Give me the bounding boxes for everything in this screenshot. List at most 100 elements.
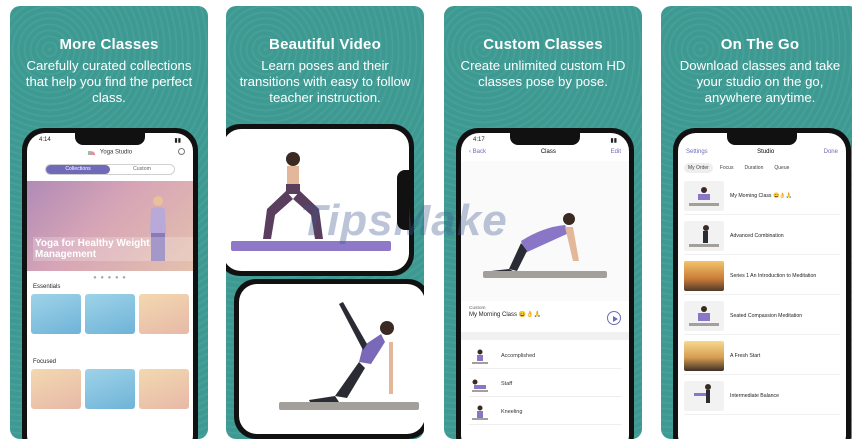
class-thumbnail[interactable] <box>31 369 81 409</box>
phone-notch <box>510 133 580 145</box>
studio-list-item[interactable]: Series 1 An Introduction to Meditation <box>684 257 840 295</box>
phone-notch <box>397 170 409 230</box>
class-thumbnail[interactable] <box>85 369 135 409</box>
panel-heading: Beautiful Video <box>269 36 381 53</box>
promo-panel-more-classes: More Classes Carefully curated collectio… <box>10 6 208 439</box>
chip-my-order[interactable]: My Order <box>684 163 713 173</box>
panel-subtitle: Download classes and take your studio on… <box>679 58 841 105</box>
phone-notch <box>75 133 145 145</box>
pose-name: Accomplished <box>501 352 536 359</box>
class-thumbnail[interactable] <box>139 369 189 409</box>
item-title: Series 1 An Introduction to Meditation <box>730 272 817 279</box>
panel-heading: On The Go <box>720 36 800 53</box>
class-thumbnail <box>684 220 724 251</box>
settings-button[interactable]: Settings <box>686 149 708 155</box>
class-thumbnail <box>684 180 724 211</box>
video-screen[interactable] <box>239 284 424 434</box>
class-name: My Morning Class 😀👌🙏 <box>469 312 542 318</box>
item-text: Series 1 An Introduction to Meditation <box>730 273 840 279</box>
promo-panel-beautiful-video: Beautiful Video Learn poses and their tr… <box>226 6 424 439</box>
nav-title: Studio <box>757 149 775 155</box>
app-header: Yoga Studio <box>27 149 193 156</box>
lotus-logo-icon <box>87 149 97 155</box>
pose-list-item[interactable]: Kneeling <box>469 399 621 425</box>
class-caption: Custom My Morning Class 😀👌🙏 <box>469 306 541 318</box>
studio-list-item[interactable]: Advanced Combination <box>684 217 840 255</box>
promo-panel-on-the-go: On The Go Download classes and take your… <box>661 6 852 439</box>
featured-collection-card[interactable]: Yoga for Healthy Weight Management <box>27 181 193 271</box>
studio-list-item[interactable]: My Morning Class 😀👌🙏 <box>684 177 840 215</box>
phone-mockup: 4:17 ▮▮ ‹ Back Class Edit Custom My Morn… <box>456 128 634 439</box>
pose-thumbnail <box>469 403 491 421</box>
panel-subtitle: Learn poses and their transitions with e… <box>239 58 411 105</box>
studio-list-item[interactable]: Seated Compassion Meditation <box>684 297 840 335</box>
class-thumbnail <box>684 380 724 411</box>
chip-queue[interactable]: Queue <box>770 163 793 173</box>
item-text: Seated Compassion Meditation <box>730 313 840 319</box>
edit-button[interactable]: Edit <box>611 149 621 155</box>
section-title-focused: Focused <box>33 359 57 365</box>
class-thumbnail[interactable] <box>85 294 135 334</box>
class-thumbnail[interactable] <box>139 294 189 334</box>
class-preview-image[interactable] <box>461 161 629 301</box>
class-thumbnail <box>684 300 724 331</box>
tab-collections[interactable]: Collections <box>46 165 110 174</box>
cat-cow-pose-image <box>483 213 607 278</box>
carousel-dots[interactable]: ● ● ● ● ● <box>27 275 193 281</box>
chip-focus[interactable]: Focus <box>716 163 738 173</box>
phone-mockup-landscape <box>226 124 414 276</box>
class-thumbnail[interactable] <box>31 294 81 334</box>
pose-name: Kneeling <box>501 408 523 415</box>
phone-mockup: Settings Studio Done My Order Focus Dura… <box>673 128 851 439</box>
back-label: Back <box>472 149 487 155</box>
nav-title: Class <box>540 149 556 155</box>
video-screen[interactable] <box>226 129 409 271</box>
hero-title: Yoga for Healthy Weight Management <box>33 237 193 261</box>
app-title: Yoga Studio <box>99 149 133 156</box>
phone-mockup: 4:14 ▮▮ Yoga Studio Collections Custom Y… <box>22 128 198 439</box>
play-button[interactable] <box>607 311 621 325</box>
focused-row <box>31 369 189 409</box>
item-text: My Morning Class 😀👌🙏 <box>730 193 840 199</box>
search-icon[interactable] <box>178 148 185 155</box>
sort-chips: My Order Focus Duration Queue <box>684 163 840 173</box>
phone-notch <box>727 133 797 145</box>
promo-panel-custom-classes: Custom Classes Create unlimited custom H… <box>444 6 642 439</box>
pose-list-item[interactable]: Accomplished <box>469 343 621 369</box>
chip-duration[interactable]: Duration <box>740 163 767 173</box>
item-text: Intermediate Balance <box>730 393 840 399</box>
pose-thumbnail <box>469 375 491 393</box>
sunset-thumbnail <box>684 260 724 291</box>
item-title: Intermediate Balance <box>730 392 780 399</box>
poses-header <box>461 332 629 340</box>
segmented-control: Collections Custom <box>45 164 175 175</box>
nav-bar: ‹ Back Class Edit <box>469 149 621 155</box>
back-button[interactable]: ‹ Back <box>469 149 486 155</box>
studio-list-item[interactable]: Intermediate Balance <box>684 377 840 415</box>
item-title: A Fresh Start <box>730 352 761 359</box>
item-title: Advanced Combination <box>730 232 784 239</box>
section-title-essentials: Essentials <box>33 284 61 290</box>
pose-thumbnail <box>469 347 491 365</box>
item-text: A Fresh Start <box>730 353 840 359</box>
phone-screen: 4:14 ▮▮ Yoga Studio Collections Custom Y… <box>27 133 193 439</box>
status-time: 4:14 <box>39 137 51 143</box>
panel-heading: More Classes <box>59 36 159 53</box>
dusk-thumbnail <box>684 340 724 371</box>
pose-list-item[interactable]: Staff <box>469 371 621 397</box>
battery-icon: ▮▮ <box>174 138 181 144</box>
item-title: My Morning Class 😀👌🙏 <box>730 192 793 199</box>
tab-custom[interactable]: Custom <box>110 165 174 174</box>
panel-heading: Custom Classes <box>483 36 603 53</box>
phone-mockup-landscape <box>234 279 424 439</box>
battery-icon: ▮▮ <box>610 138 617 144</box>
item-title: Seated Compassion Meditation <box>730 312 803 319</box>
nav-bar: Settings Studio Done <box>686 149 838 155</box>
bow-balance-pose-video <box>279 302 419 410</box>
phone-screen: Settings Studio Done My Order Focus Dura… <box>678 133 846 439</box>
done-button[interactable]: Done <box>824 149 838 155</box>
item-text: Advanced Combination <box>730 233 840 239</box>
studio-list-item[interactable]: A Fresh Start <box>684 337 840 375</box>
status-time: 4:17 <box>473 137 485 143</box>
panel-subtitle: Create unlimited custom HD classes pose … <box>460 58 626 89</box>
